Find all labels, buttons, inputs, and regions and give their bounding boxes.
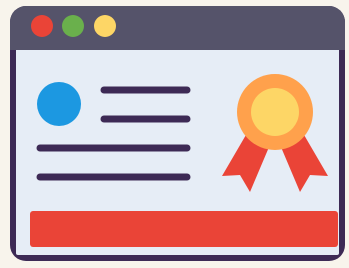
avatar-circle-icon bbox=[37, 82, 81, 126]
minimize-dot-icon bbox=[94, 15, 116, 37]
maximize-dot-icon bbox=[62, 15, 84, 37]
titlebar-divider bbox=[16, 50, 339, 53]
close-dot-icon bbox=[31, 15, 53, 37]
medal-inner bbox=[251, 88, 299, 136]
action-bar bbox=[30, 211, 338, 247]
window-titlebar bbox=[10, 6, 345, 50]
certificate-window-illustration bbox=[10, 6, 345, 261]
window-controls bbox=[31, 15, 116, 37]
